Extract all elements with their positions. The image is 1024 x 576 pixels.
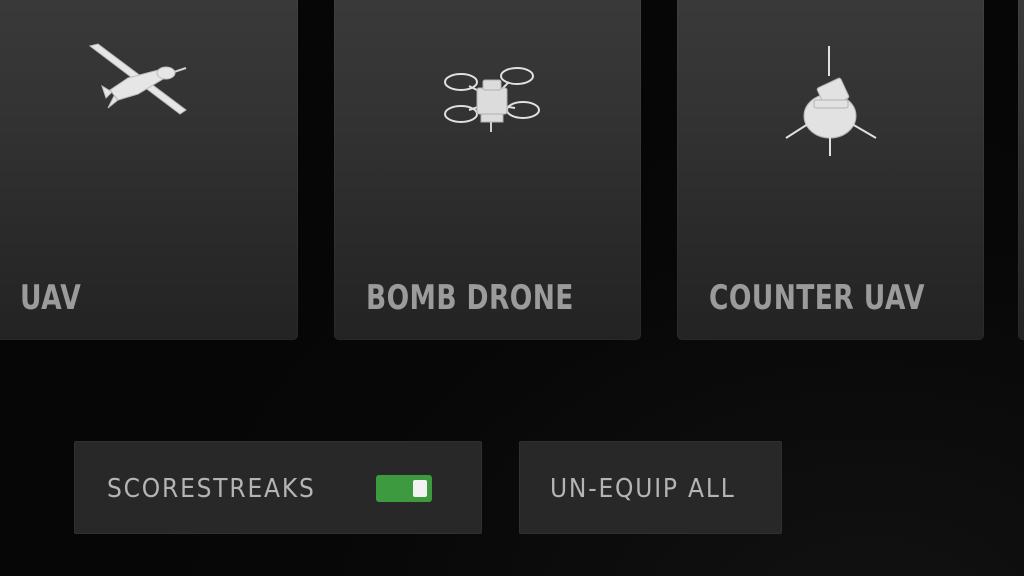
bomb-drone-icon [443, 67, 540, 132]
killstreak-card-bomb-drone[interactable]: BOMB DRONE [334, 0, 641, 340]
killstreak-card-uav[interactable]: UAV [0, 0, 298, 340]
scorestreaks-switch[interactable] [376, 475, 432, 502]
toggle-knob [413, 480, 427, 497]
killstreaks-screen: UAV BOMB DRONE COUNTER UAV SCORESTREAKS … [0, 0, 1024, 576]
killstreak-name: UAV [20, 278, 82, 318]
killstreak-name: COUNTER UAV [709, 278, 925, 318]
killstreak-card-partial[interactable] [1018, 0, 1024, 340]
killstreak-name: BOMB DRONE [366, 278, 574, 318]
scorestreaks-toggle-button[interactable]: SCORESTREAKS [74, 441, 482, 534]
unequip-all-button[interactable]: UN-EQUIP ALL [519, 441, 782, 534]
scorestreaks-label: SCORESTREAKS [107, 474, 316, 504]
uav-drone-icon [88, 43, 187, 115]
counter-uav-icon [784, 46, 877, 156]
killstreak-card-counter-uav[interactable]: COUNTER UAV [677, 0, 984, 340]
unequip-all-label: UN-EQUIP ALL [550, 474, 736, 504]
